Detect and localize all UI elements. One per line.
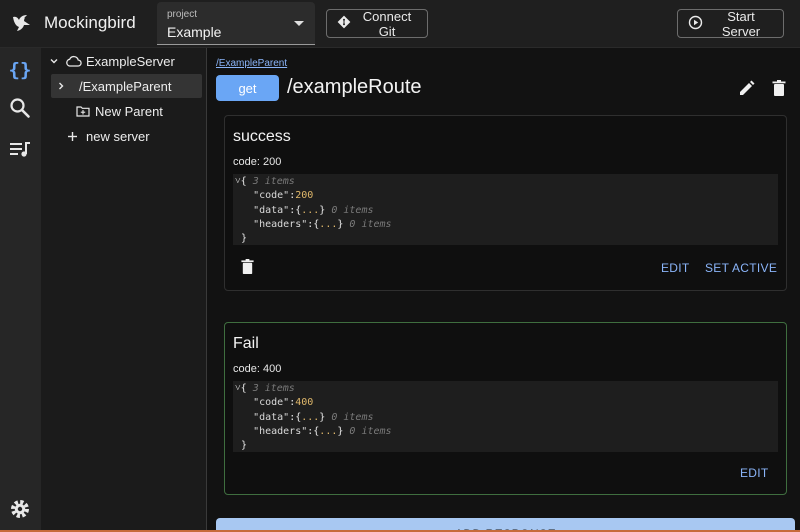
settings-icon[interactable] [7,496,33,522]
route-editor: /ExampleParent get /exampleRoute success… [208,48,800,532]
edit-response-button[interactable]: EDIT [740,466,769,480]
cloud-icon [65,55,82,67]
json-summary: 0 items [349,425,392,437]
new-server-label: new server [86,128,150,144]
connect-git-label: Connect Git [362,8,412,39]
route-tree: ExampleServer /ExampleParent New Parent … [41,48,207,532]
project-select-value: Example [167,24,222,40]
response-name: Fail [233,335,259,352]
chevron-right-icon [51,81,71,91]
tree-item-example-parent[interactable]: /ExampleParent [51,74,202,98]
connect-git-button[interactable]: Connect Git [326,8,428,39]
start-server-button[interactable]: Start Server [677,8,784,39]
chevron-down-icon [47,56,61,66]
method-badge[interactable]: get [216,75,279,101]
pencil-icon[interactable] [737,78,757,98]
json-summary: 0 items [349,218,392,230]
caret-down-icon [294,21,304,26]
project-select-label: project [167,9,198,20]
playlist-icon[interactable] [7,136,33,162]
new-server-button[interactable]: new server [67,124,150,148]
mockingbird-logo-icon [10,11,34,35]
new-parent-label: New Parent [95,103,163,119]
json-viewer[interactable]: ˅{ 3 items "code":200 "data":{...} 0 ite… [233,174,778,245]
edit-response-button[interactable]: EDIT [661,261,690,275]
json-key: "code" [253,190,290,202]
json-value: 400 [295,397,314,409]
json-summary: 0 items [331,411,374,423]
json-key: "data" [253,411,290,423]
json-collapsed[interactable]: ... [319,219,337,230]
route-path: /exampleRoute [287,76,422,98]
tree-item-example-parent-label: /ExampleParent [79,78,172,94]
json-summary: 3 items [252,383,295,394]
tree-item-server-label: ExampleServer [86,53,175,69]
search-icon[interactable] [7,95,33,121]
braces-icon[interactable]: {} [7,57,33,83]
json-key: "code" [253,397,290,409]
response-card-active: Fail code: 400 ˅{ 3 items "code":400 "da… [224,322,787,495]
start-server-label: Start Server [721,8,761,39]
new-parent-button[interactable]: New Parent [76,99,163,123]
json-viewer[interactable]: ˅{ 3 items "code":400 "data":{...} 0 ite… [233,381,778,452]
git-icon [337,15,351,32]
json-key: "headers" [253,425,308,437]
app-title: Mockingbird [44,13,136,32]
project-select[interactable]: project Example [157,2,315,45]
svg-text:{}: {} [9,59,32,81]
json-value: 200 [295,190,314,202]
json-summary: 3 items [252,176,295,187]
response-name: success [233,128,291,145]
folder-plus-icon [76,105,90,117]
json-collapsed[interactable]: ... [301,205,319,216]
play-circle-icon [688,15,703,33]
breadcrumb-link[interactable]: /ExampleParent [216,58,287,69]
json-key: "data" [253,204,290,216]
set-active-button[interactable]: SET ACTIVE [705,261,777,275]
left-rail: {} [0,48,41,532]
json-collapsed[interactable]: ... [301,412,319,423]
top-bar: Mockingbird project Example Connect Git … [0,0,800,48]
plus-icon [67,131,78,142]
response-code: code: 200 [233,156,282,168]
json-collapsed[interactable]: ... [319,426,337,437]
json-key: "headers" [253,218,308,230]
trash-icon[interactable] [769,78,789,98]
json-summary: 0 items [331,204,374,216]
response-card: success code: 200 ˅{ 3 items "code":200 … [224,115,787,291]
delete-response-icon[interactable] [240,258,255,280]
tree-item-server[interactable]: ExampleServer [47,49,175,73]
response-code: code: 400 [233,363,282,375]
